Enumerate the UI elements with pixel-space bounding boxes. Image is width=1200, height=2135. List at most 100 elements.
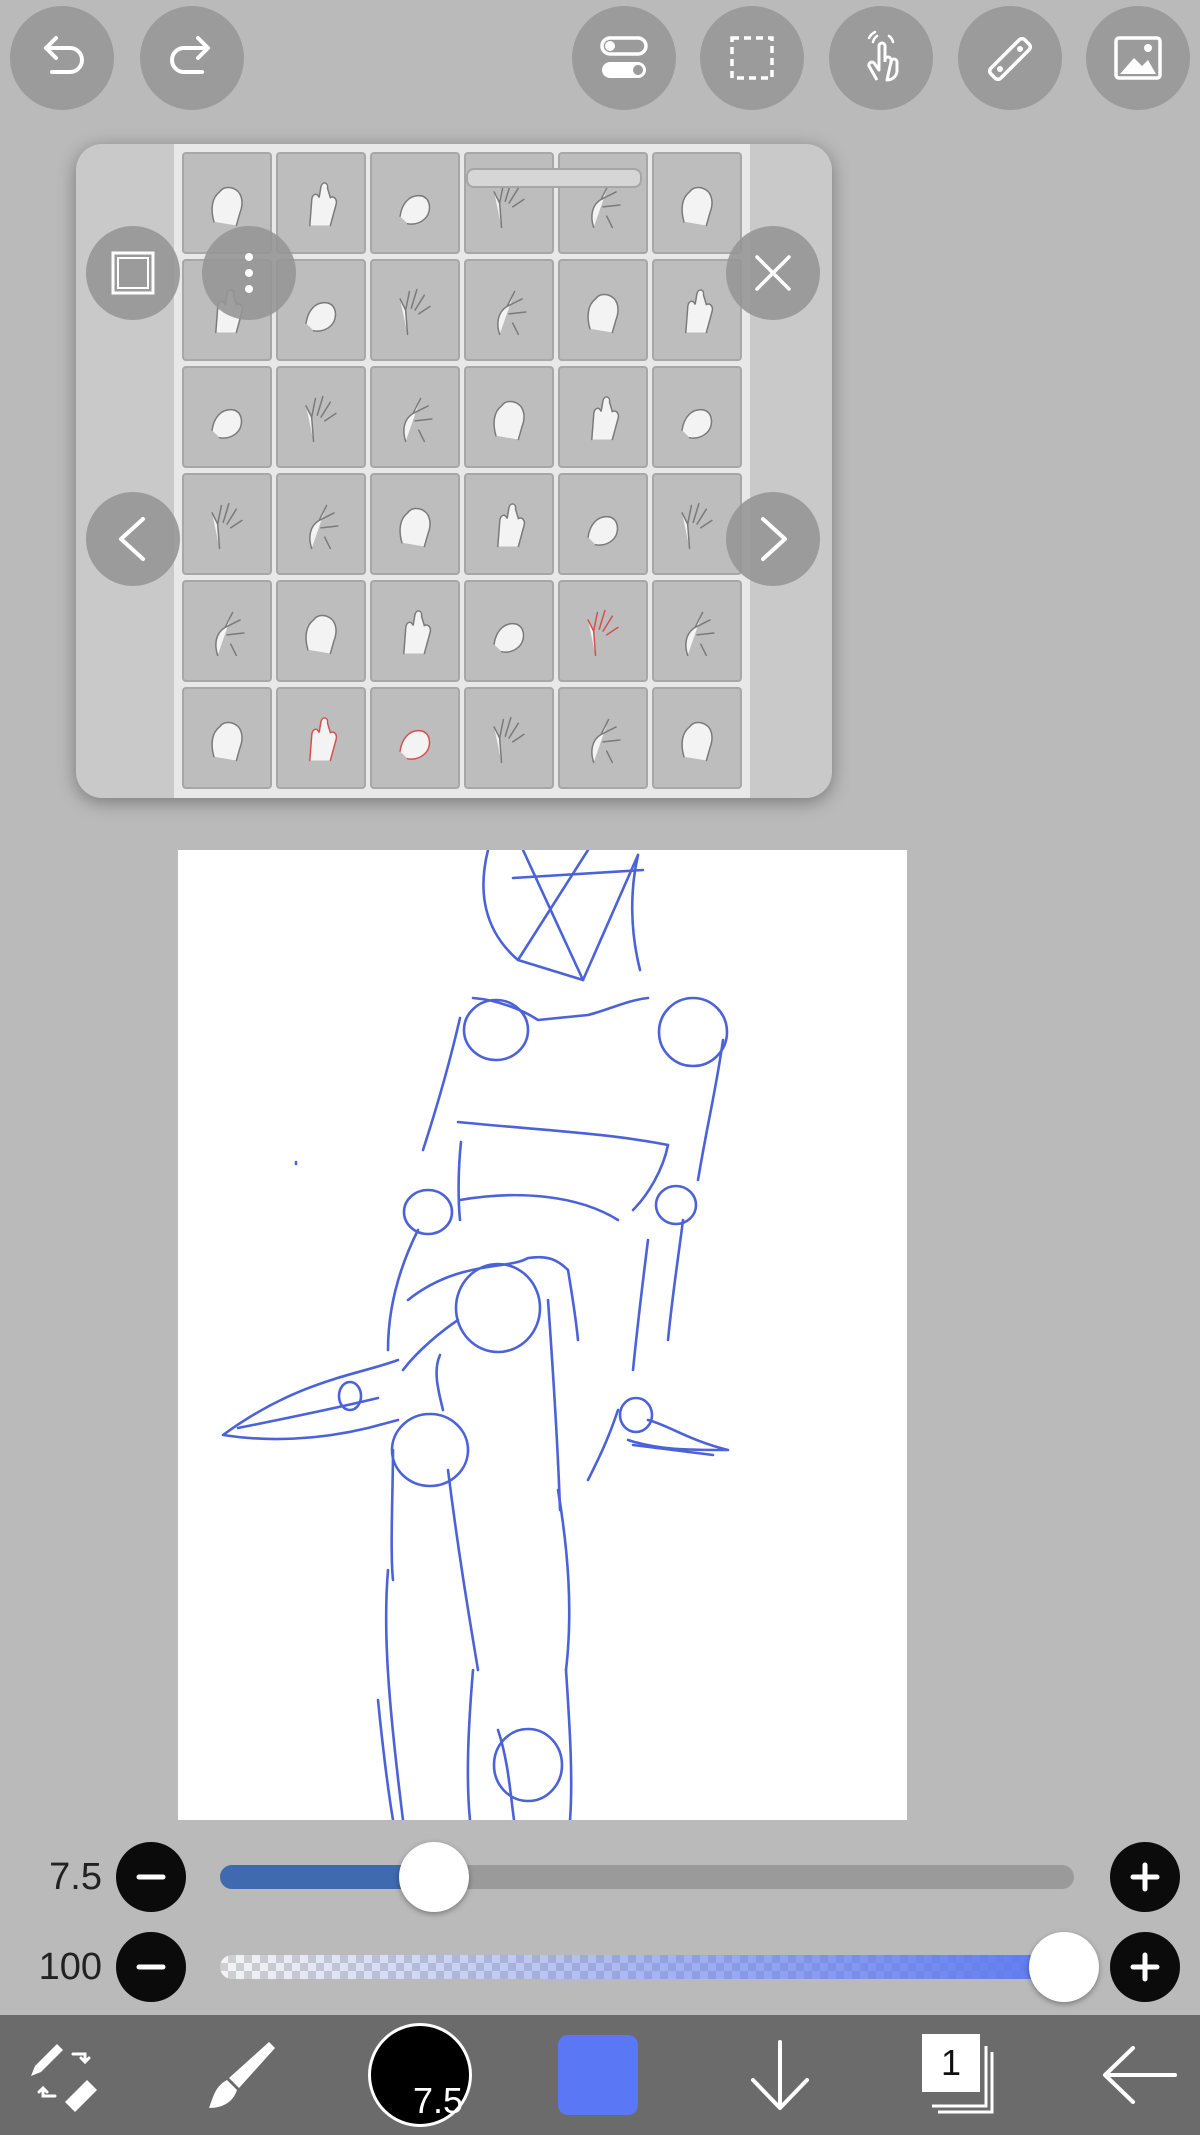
chevron-left-icon <box>119 517 145 561</box>
brush-size-indicator[interactable]: 7.5 <box>368 2015 472 2135</box>
hand-sketch-icon <box>587 293 619 334</box>
hand-sketch-icon <box>497 503 526 548</box>
arrow-down-icon <box>751 2040 809 2110</box>
hand-pose-thumbnail <box>276 580 366 682</box>
back-button[interactable] <box>1090 2015 1190 2135</box>
hand-pose-thumbnail <box>370 366 460 468</box>
hand-sketch-icon <box>403 610 432 655</box>
hand-sketch-icon <box>493 400 525 441</box>
layers-button[interactable]: 1 <box>910 2015 1010 2135</box>
hand-pose-thumbnail <box>276 152 366 254</box>
hand-pose-thumbnail <box>652 366 742 468</box>
image-icon <box>1114 36 1162 80</box>
selection-icon <box>730 36 774 80</box>
hand-sketch-icon <box>305 301 337 332</box>
hand-sketch-icon <box>399 729 431 760</box>
opacity-fill <box>220 1955 1074 1979</box>
hand-pose-thumbnail <box>370 687 460 789</box>
hand-sketch-icon <box>309 717 338 762</box>
brush-size-decrease-button[interactable] <box>116 1842 186 1912</box>
layer-count: 1 <box>922 2034 980 2092</box>
reference-image-button[interactable] <box>1086 6 1190 110</box>
hand-sketch-icon <box>681 186 713 227</box>
hand-pose-thumbnail <box>182 473 272 575</box>
drag-handle[interactable] <box>466 168 642 188</box>
hand-pose-thumbnail <box>182 366 272 468</box>
opacity-slider-row: 100 <box>0 1932 1200 2002</box>
color-picker-button[interactable] <box>556 2015 640 2135</box>
hand-sketch-icon <box>493 622 525 653</box>
layers-icon: 1 <box>920 2032 1000 2118</box>
hand-pose-thumbnail <box>558 473 648 575</box>
hand-sketch-icon <box>399 194 431 225</box>
hand-sketch-icon <box>399 288 431 336</box>
toggle-settings-icon <box>600 36 648 78</box>
hand-sketch-icon <box>211 721 243 762</box>
hand-pose-thumbnail <box>182 687 272 789</box>
redo-button[interactable] <box>140 6 244 110</box>
hand-sketch-icon <box>215 611 245 657</box>
hand-pose-thumbnail <box>464 687 554 789</box>
brush-size-slider-row: 7.5 <box>0 1842 1200 1912</box>
opacity-value: 100 <box>38 1946 102 1988</box>
gesture-icon <box>867 30 899 82</box>
minus-icon <box>136 1964 166 1970</box>
hand-sketch-icon <box>309 182 338 227</box>
gesture-button[interactable] <box>829 6 933 110</box>
hand-sketch-icon <box>587 515 619 546</box>
hand-pose-thumbnail <box>652 580 742 682</box>
brush-size-value: 7.5 <box>49 1856 102 1898</box>
opacity-thumb[interactable] <box>1029 1932 1099 2002</box>
brush-tool-button[interactable] <box>192 2015 292 2135</box>
hand-pose-thumbnail <box>558 687 648 789</box>
hand-pose-thumbnail <box>652 152 742 254</box>
brush-size-increase-button[interactable] <box>1110 1842 1180 1912</box>
hand-sketch-icon <box>403 397 433 443</box>
hand-pose-thumbnail <box>652 687 742 789</box>
chevron-right-icon <box>761 517 787 561</box>
brush-size-text: 7.5 <box>412 2080 463 2121</box>
reference-panel[interactable]: ••• <box>76 144 832 798</box>
hand-sketch-icon <box>211 502 243 550</box>
hand-pose-thumbnail <box>464 473 554 575</box>
hand-sketch-icon <box>681 721 713 762</box>
brush-size-thumb[interactable] <box>398 1842 469 1912</box>
undo-button[interactable] <box>10 6 114 110</box>
previous-image-button[interactable] <box>86 492 180 586</box>
opacity-decrease-button[interactable] <box>116 1932 186 2002</box>
hand-sketch-icon <box>305 614 337 655</box>
undo-icon <box>44 36 84 74</box>
hand-sketch-icon <box>591 718 621 764</box>
panel-menu-button[interactable] <box>202 226 296 320</box>
tool-switch-button[interactable] <box>14 2015 114 2135</box>
close-icon <box>755 255 791 291</box>
opacity-track[interactable] <box>220 1955 1074 1979</box>
hand-pose-thumbnail <box>370 152 460 254</box>
close-panel-button[interactable] <box>726 226 820 320</box>
color-swatch <box>558 2035 638 2115</box>
hand-pose-thumbnail <box>464 580 554 682</box>
hand-pose-thumbnail <box>464 366 554 468</box>
pen-eraser-swap-icon <box>31 2044 97 2112</box>
brush-size-track[interactable] <box>220 1865 1074 1889</box>
toggle-settings-button[interactable] <box>572 6 676 110</box>
hand-pose-thumbnail <box>370 473 460 575</box>
move-down-button[interactable] <box>730 2015 830 2135</box>
opacity-increase-button[interactable] <box>1110 1932 1180 2002</box>
hand-sketch-icon <box>681 408 713 439</box>
arrow-left-icon <box>1103 2046 1177 2104</box>
selection-button[interactable] <box>700 6 804 110</box>
next-image-button[interactable] <box>726 492 820 586</box>
redo-icon <box>170 36 210 74</box>
hand-sketch-icon <box>685 289 714 334</box>
plus-icon <box>1130 1952 1160 1982</box>
drawing-canvas[interactable] <box>178 850 907 1820</box>
vertical-dots-icon <box>245 253 253 293</box>
plus-icon <box>1130 1862 1160 1892</box>
hand-sketch-icon <box>681 502 713 550</box>
hand-sketch-icon <box>399 507 431 548</box>
ruler-button[interactable] <box>958 6 1062 110</box>
figure-sketch <box>221 850 730 1820</box>
fit-frame-button[interactable] <box>86 226 180 320</box>
hand-pose-thumbnail <box>370 259 460 361</box>
